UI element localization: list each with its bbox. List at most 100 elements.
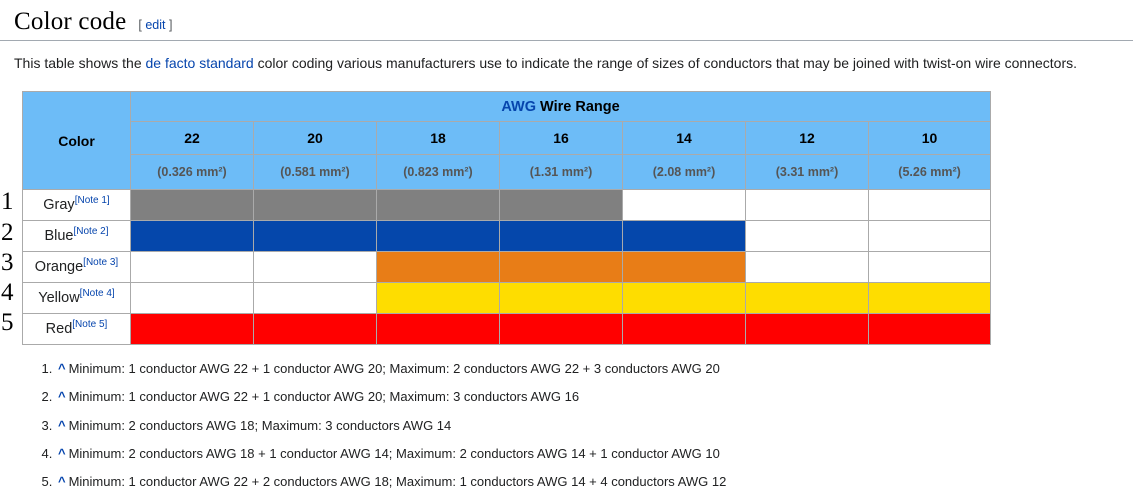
- footnote-backlink-icon[interactable]: ^: [58, 418, 66, 433]
- list-item: ^Minimum: 1 conductor AWG 22 + 2 conduct…: [56, 472, 1133, 492]
- swatch-cell: [499, 282, 623, 315]
- awg-wire-range-text: Wire Range: [536, 98, 620, 115]
- footnote-text: Minimum: 1 conductor AWG 22 + 1 conducto…: [68, 389, 580, 405]
- intro-text-after: color coding various manufacturers use t…: [253, 55, 1078, 72]
- table-row: Yellow[Note 4]: [22, 282, 992, 315]
- swatch-cell: [253, 251, 377, 284]
- gauge-header: 10: [867, 121, 992, 156]
- edit-close-bracket: ]: [169, 18, 173, 32]
- swatch-cell: [745, 189, 869, 222]
- area-header: (3.31 mm²): [745, 154, 869, 191]
- note-ref-link[interactable]: [Note 1]: [75, 196, 110, 207]
- swatch-cell: [499, 189, 623, 222]
- list-item: ^Minimum: 1 conductor AWG 22 + 1 conduct…: [56, 387, 1133, 407]
- swatch-cell: [499, 220, 623, 253]
- swatch-cell: [376, 189, 500, 222]
- swatch-cell: [376, 251, 500, 284]
- row-number: 3: [1, 248, 14, 276]
- swatch-cell: [130, 313, 254, 346]
- swatch-cell: [376, 313, 500, 346]
- note-ref-link[interactable]: [Note 5]: [72, 320, 107, 331]
- swatch-cell: [130, 189, 254, 222]
- area-header: (0.326 mm²): [130, 154, 254, 191]
- note-ref-link[interactable]: [Note 2]: [74, 227, 109, 238]
- area-header: (0.581 mm²): [253, 154, 377, 191]
- area-header: (1.31 mm²): [499, 154, 623, 191]
- swatch-cell: [130, 220, 254, 253]
- swatch-cell: [622, 220, 746, 253]
- row-number-gutter: 1 2 3 4 5: [0, 186, 20, 337]
- swatch-cell: [253, 282, 377, 315]
- swatch-cell: [130, 282, 254, 315]
- intro-text-before: This table shows the: [14, 55, 146, 72]
- swatch-cell: [622, 313, 746, 346]
- swatch-cell: [867, 220, 992, 253]
- gauge-header: 18: [376, 121, 500, 156]
- color-name-cell: Yellow[Note 4]: [22, 282, 131, 315]
- color-code-table-region: 1 2 3 4 5 Color AWG Wire Range 22 20 18 …: [0, 91, 1133, 346]
- row-number: 2: [1, 218, 14, 246]
- table-header-row-top: Color AWG Wire Range: [22, 91, 992, 191]
- swatch-cell: [867, 189, 992, 222]
- de-facto-standard-link[interactable]: de facto standard: [146, 55, 254, 71]
- area-header: (2.08 mm²): [622, 154, 746, 191]
- table-header-row-areas: (0.326 mm²) (0.581 mm²) (0.823 mm²) (1.3…: [23, 154, 992, 191]
- color-name-label: Red: [45, 321, 73, 338]
- swatch-cell: [867, 251, 992, 284]
- color-name-cell: Blue[Note 2]: [22, 220, 131, 253]
- area-header: (0.823 mm²): [376, 154, 500, 191]
- swatch-cell: [253, 313, 377, 346]
- swatch-cell: [253, 189, 377, 222]
- section-title-text: Color code: [14, 8, 127, 35]
- row-number: 1: [1, 188, 14, 216]
- gauge-header: 14: [622, 121, 746, 156]
- edit-link-label[interactable]: edit: [145, 18, 165, 32]
- column-header-color: Color: [22, 91, 131, 191]
- swatch-cell: [745, 220, 869, 253]
- awg-link[interactable]: AWG: [501, 99, 536, 115]
- swatch-cell: [867, 313, 992, 346]
- list-item: ^Minimum: 2 conductors AWG 18; Maximum: …: [56, 416, 1133, 436]
- gauge-header: 22: [130, 121, 254, 156]
- note-ref-link[interactable]: [Note 3]: [83, 258, 118, 269]
- table-row: Orange[Note 3]: [22, 251, 992, 284]
- footnote-list: ^Minimum: 1 conductor AWG 22 + 1 conduct…: [0, 359, 1133, 492]
- gauge-header: 12: [745, 121, 869, 156]
- color-name-cell: Orange[Note 3]: [22, 251, 131, 284]
- swatch-cell: [622, 282, 746, 315]
- footnote-backlink-icon[interactable]: ^: [58, 361, 66, 376]
- swatch-cell: [745, 251, 869, 284]
- footnote-backlink-icon[interactable]: ^: [58, 389, 66, 404]
- edit-open-bracket: [: [138, 18, 142, 32]
- swatch-cell: [130, 251, 254, 284]
- color-name-cell: Red[Note 5]: [22, 313, 131, 346]
- note-ref-link[interactable]: [Note 4]: [80, 289, 115, 300]
- swatch-cell: [253, 220, 377, 253]
- swatch-cell: [499, 251, 623, 284]
- footnote-backlink-icon[interactable]: ^: [58, 446, 66, 461]
- gauge-header: 16: [499, 121, 623, 156]
- color-name-label: Orange: [34, 259, 84, 276]
- color-name-label: Gray: [43, 197, 75, 214]
- area-header: (5.26 mm²): [867, 154, 992, 191]
- row-number: 5: [1, 308, 14, 336]
- list-item: ^Minimum: 1 conductor AWG 22 + 1 conduct…: [56, 359, 1133, 379]
- intro-paragraph: This table shows the de facto standard c…: [0, 41, 1133, 75]
- table-row: Gray[Note 1]: [22, 189, 992, 222]
- footnote-text: Minimum: 1 conductor AWG 22 + 2 conducto…: [68, 473, 727, 489]
- color-code-table: Color AWG Wire Range 22 20 18 16 14 12 1…: [22, 91, 992, 346]
- list-item: ^Minimum: 2 conductors AWG 18 + 1 conduc…: [56, 444, 1133, 464]
- row-number: 4: [1, 278, 14, 306]
- footnote-text: Minimum: 1 conductor AWG 22 + 1 conducto…: [68, 361, 720, 377]
- footnote-text: Minimum: 2 conductors AWG 18; Maximum: 3…: [68, 417, 452, 433]
- swatch-cell: [499, 313, 623, 346]
- color-name-label: Yellow: [38, 290, 80, 307]
- swatch-cell: [376, 282, 500, 315]
- swatch-cell: [745, 282, 869, 315]
- footnote-backlink-icon[interactable]: ^: [58, 474, 66, 489]
- swatch-cell: [745, 313, 869, 346]
- edit-section-link[interactable]: [ edit ]: [138, 18, 172, 34]
- table-header-row-gauges: 22 20 18 16 14 12 10: [23, 121, 992, 156]
- color-name-cell: Gray[Note 1]: [22, 189, 131, 222]
- swatch-cell: [622, 189, 746, 222]
